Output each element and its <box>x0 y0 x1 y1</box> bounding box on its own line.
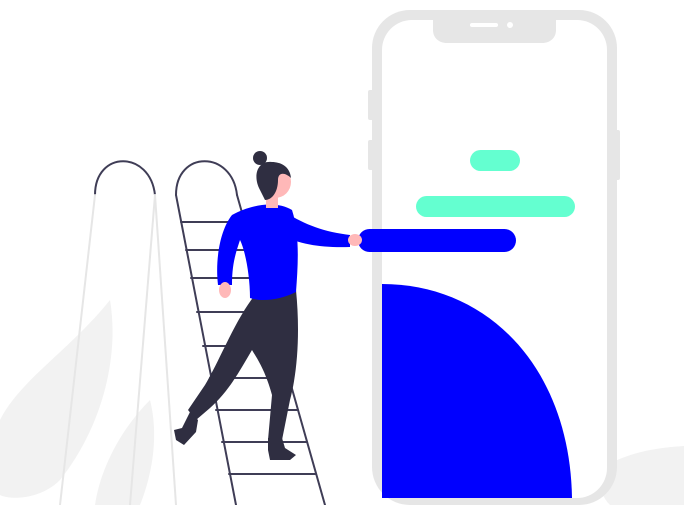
ladder-front-arch <box>175 160 238 196</box>
woman-hand-left <box>219 282 231 298</box>
screen-bar-blue[interactable] <box>358 229 516 252</box>
screen-pill-wide <box>416 196 575 217</box>
ladder-inner-leg <box>154 194 177 505</box>
screen-pill-small <box>470 150 520 171</box>
woman-figure <box>174 151 362 460</box>
woman-hair-bun <box>253 151 267 165</box>
illustration-canvas <box>0 0 684 505</box>
phone-camera <box>507 22 513 28</box>
woman-shoe-left <box>174 412 198 445</box>
ladder-back-rail-left <box>94 160 156 196</box>
phone <box>358 10 620 505</box>
leaf-left-small <box>95 400 155 505</box>
leaf-left-large <box>0 300 113 498</box>
phone-speaker <box>470 23 498 27</box>
woman-hand-right <box>348 234 362 246</box>
